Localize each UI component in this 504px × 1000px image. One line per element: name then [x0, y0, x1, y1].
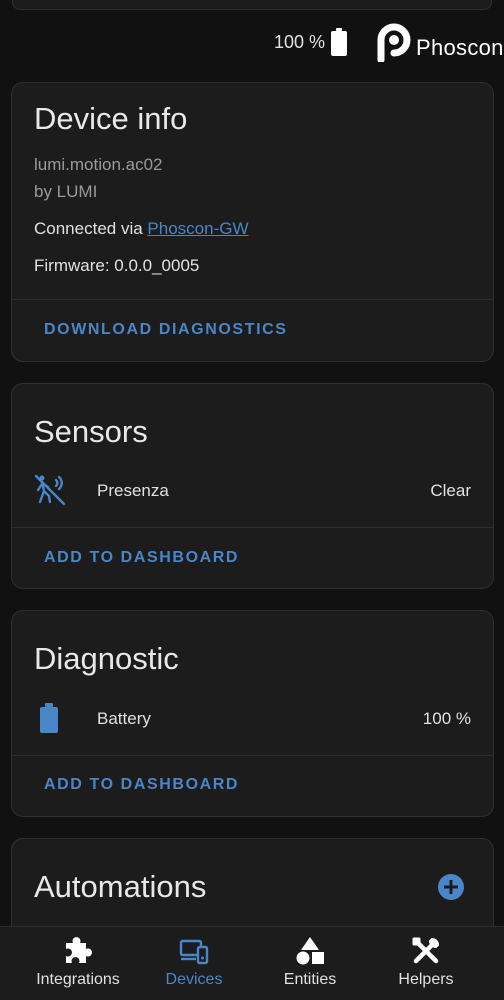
- devices-icon: [178, 935, 210, 967]
- tools-icon: [410, 935, 442, 967]
- nav-integrations-label: Integrations: [36, 971, 120, 988]
- diagnostic-card: Diagnostic Battery 100 % ADD TO DASHBOAR…: [11, 610, 494, 817]
- diagnostic-add-to-dashboard-button[interactable]: ADD TO DASHBOARD: [44, 776, 239, 794]
- card-divider: [12, 527, 493, 528]
- nav-helpers-label: Helpers: [398, 971, 454, 988]
- battery-icon: [38, 703, 60, 738]
- sensors-add-to-dashboard-button[interactable]: ADD TO DASHBOARD: [44, 549, 239, 567]
- automations-title: Automations: [34, 869, 207, 904]
- battery-full-icon: [330, 28, 348, 61]
- motion-sensor-icon: [34, 474, 66, 511]
- diagnostic-name: Battery: [97, 709, 151, 728]
- device-model: lumi.motion.ac02: [34, 155, 163, 174]
- diagnostic-value: 100 %: [422, 709, 471, 728]
- header-row: 100 % Phoscon: [0, 18, 504, 68]
- shapes-icon: [294, 935, 326, 967]
- sensor-state: Clear: [430, 481, 471, 500]
- battery-level-text: 100 %: [274, 32, 326, 52]
- nav-entities[interactable]: Entities: [247, 927, 373, 1000]
- diagnostic-title: Diagnostic: [34, 641, 179, 676]
- puzzle-icon: [62, 935, 94, 967]
- device-page: 100 % Phoscon Device info lumi.motion.ac…: [0, 0, 504, 1000]
- sensors-title: Sensors: [34, 414, 148, 449]
- device-info-title: Device info: [34, 101, 188, 136]
- nav-entities-label: Entities: [283, 971, 337, 988]
- connected-via: Connected via Phoscon-GW: [34, 219, 249, 239]
- previous-card-edge: [12, 0, 492, 10]
- plus-circle-icon[interactable]: [437, 873, 465, 906]
- connected-via-label: Connected via: [34, 219, 148, 238]
- card-divider: [12, 299, 493, 300]
- device-info-card: Device info lumi.motion.ac02 by LUMI Con…: [11, 82, 494, 362]
- sensor-name: Presenza: [97, 481, 169, 500]
- phoscon-logo-text: Phoscon: [416, 35, 504, 60]
- download-diagnostics-button[interactable]: DOWNLOAD DIAGNOSTICS: [44, 321, 288, 339]
- firmware-version: Firmware: 0.0.0_0005: [34, 256, 200, 275]
- card-divider: [12, 755, 493, 756]
- bottom-navigation: Integrations Devices Entities Helpers: [0, 926, 504, 1000]
- nav-devices-label: Devices: [165, 971, 223, 988]
- nav-integrations[interactable]: Integrations: [15, 927, 141, 1000]
- nav-devices[interactable]: Devices: [131, 927, 257, 1000]
- sensors-card: Sensors Presenza Clear ADD TO DASHBOARD: [11, 383, 494, 589]
- phoscon-logo-icon: [374, 20, 414, 67]
- gateway-link[interactable]: Phoscon-GW: [147, 219, 248, 238]
- device-manufacturer: by LUMI: [34, 182, 98, 201]
- nav-helpers[interactable]: Helpers: [363, 927, 489, 1000]
